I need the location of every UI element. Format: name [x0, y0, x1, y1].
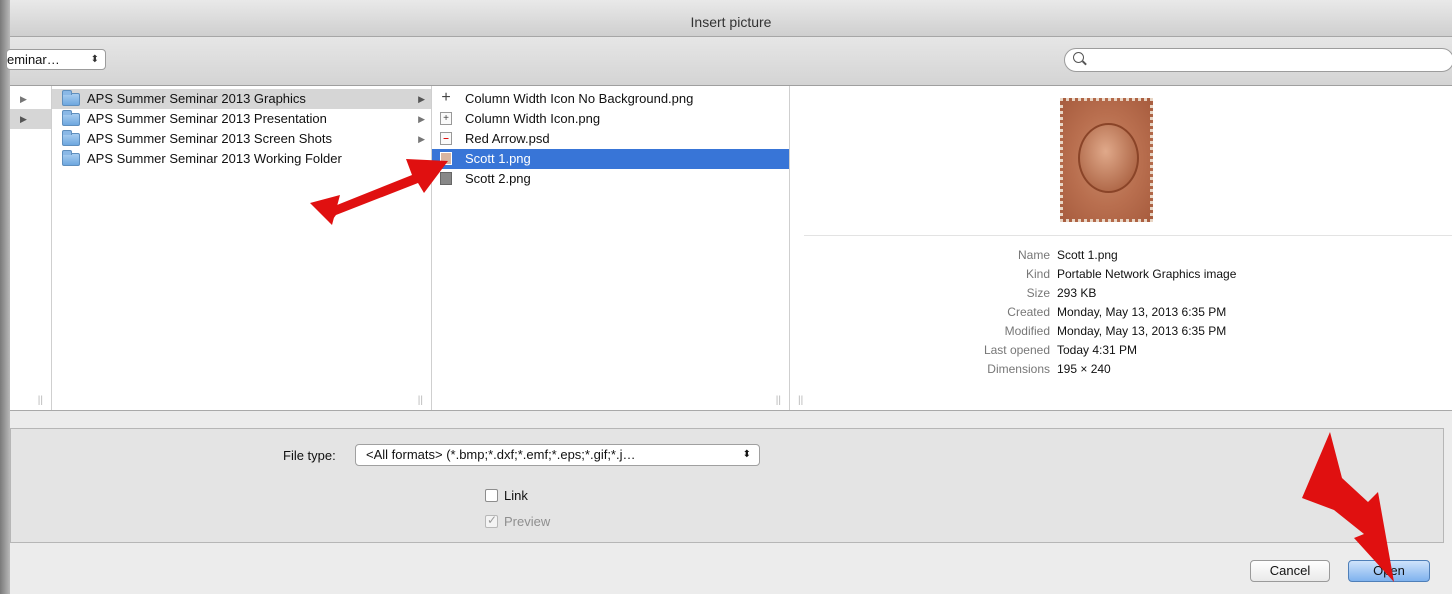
info-row: Modified Monday, May 13, 2013 6:35 PM — [790, 322, 1430, 341]
dialog-title: Insert picture — [690, 14, 772, 30]
info-key: Kind — [1025, 267, 1050, 281]
column-resize-handle[interactable]: || — [38, 395, 43, 406]
preview-pane: Name Scott 1.png Kind Portable Network Gra… — [790, 86, 1452, 410]
file-item[interactable]: Scott 2.png — [432, 169, 789, 189]
file-type-value: <All formats> (*.bmp;*.dxf;*.emf;*.eps;*… — [366, 447, 636, 462]
psd-file-icon: – — [440, 132, 452, 145]
list-item[interactable]: ▶ — [10, 109, 51, 129]
title-bar: Insert picture — [10, 0, 1452, 37]
browser-column-parent[interactable]: ▶ ▶ || — [10, 86, 52, 410]
info-row: Last opened Today 4:31 PM — [790, 341, 1430, 360]
toolbar: eminar… ⬍ — [6, 37, 1452, 86]
browser-column-folders[interactable]: APS Summer Seminar 2013 Graphics ▶ APS S… — [52, 86, 432, 410]
crosshair-icon: + — [441, 89, 451, 106]
info-value: Scott 1.png — [1057, 248, 1118, 262]
info-row: Created Monday, May 13, 2013 6:35 PM — [790, 303, 1430, 322]
file-label: Red Arrow.psd — [465, 131, 550, 146]
file-item[interactable]: + Column Width Icon.png — [432, 109, 789, 129]
info-value: 293 KB — [1057, 286, 1097, 300]
options-panel: File type: <All formats> (*.bmp;*.dxf;*.… — [10, 428, 1444, 543]
search-field[interactable] — [1064, 48, 1452, 72]
list-item[interactable]: ▶ — [10, 89, 51, 109]
red-arrow-annotation — [310, 159, 448, 225]
preview-checkbox[interactable] — [485, 513, 498, 528]
info-key: Modified — [1004, 324, 1050, 338]
info-key: Dimensions — [987, 362, 1050, 376]
info-value: Monday, May 13, 2013 6:35 PM — [1057, 324, 1227, 338]
file-info: Name Scott 1.png Kind Portable Network Gra… — [790, 246, 1430, 379]
file-label: Scott 2.png — [465, 171, 531, 186]
info-row: Size 293 KB — [790, 284, 1430, 303]
portrait-oval — [1078, 123, 1139, 193]
file-type-select[interactable]: <All formats> (*.bmp;*.dxf;*.emf;*.eps;*… — [355, 444, 760, 466]
file-item[interactable]: – Red Arrow.psd — [432, 129, 789, 149]
file-item[interactable]: + Column Width Icon No Background.png — [432, 89, 789, 109]
info-row: Kind Portable Network Graphics image — [790, 265, 1430, 284]
info-row: Dimensions 195 × 240 — [790, 360, 1430, 379]
folder-icon — [62, 150, 80, 166]
popup-stepper-icon: ⬍ — [742, 449, 751, 460]
info-key: Last opened — [983, 343, 1050, 357]
file-label: Column Width Icon.png — [465, 111, 601, 126]
link-label: Link — [504, 488, 528, 503]
location-popup-label: eminar… — [7, 52, 60, 67]
column-resize-handle[interactable]: || — [418, 395, 423, 406]
info-key: Created — [1007, 305, 1050, 319]
chevron-right-icon: ▶ — [418, 94, 425, 104]
stamp-image — [1060, 98, 1153, 222]
folder-item[interactable]: APS Summer Seminar 2013 Presentation ▶ — [52, 109, 431, 129]
info-value: Monday, May 13, 2013 6:35 PM — [1057, 305, 1227, 319]
column-resize-handle[interactable]: || — [798, 395, 803, 406]
chevron-right-icon: ▶ — [20, 114, 27, 124]
folder-item[interactable]: APS Summer Seminar 2013 Graphics ▶ — [52, 89, 431, 109]
red-arrow-annotation — [1302, 432, 1394, 582]
insert-picture-dialog: Insert picture eminar… ⬍ ▶ ▶ || APS Summ… — [6, 0, 1452, 594]
info-value: Today 4:31 PM — [1057, 343, 1138, 357]
browser-column-files[interactable]: + Column Width Icon No Background.png + … — [432, 86, 790, 410]
folder-label: APS Summer Seminar 2013 Screen Shots — [87, 131, 332, 146]
folder-label: APS Summer Seminar 2013 Presentation — [87, 111, 327, 126]
info-key: Name — [1017, 248, 1050, 262]
file-label: Column Width Icon No Background.png — [465, 91, 694, 106]
file-label: Scott 1.png — [465, 151, 531, 166]
search-icon — [1073, 52, 1084, 63]
folder-icon — [62, 110, 80, 126]
image-file-icon: + — [440, 112, 452, 125]
preview-divider — [804, 235, 1452, 236]
preview-label: Preview — [504, 514, 551, 529]
chevron-right-icon: ▶ — [418, 114, 425, 124]
info-key: Size — [1026, 286, 1050, 300]
window-edge — [0, 0, 10, 594]
info-row: Name Scott 1.png — [790, 246, 1430, 265]
folder-icon — [62, 90, 80, 106]
info-value: Portable Network Graphics image — [1057, 267, 1237, 281]
info-value: 195 × 240 — [1057, 362, 1111, 376]
link-checkbox[interactable] — [485, 489, 498, 502]
file-type-label: File type: — [283, 448, 336, 463]
folder-label: APS Summer Seminar 2013 Graphics — [87, 91, 306, 106]
popup-stepper-icon: ⬍ — [90, 54, 99, 65]
chevron-right-icon: ▶ — [20, 94, 27, 104]
column-browser: ▶ ▶ || APS Summer Seminar 2013 Graphics … — [10, 86, 1452, 411]
location-popup[interactable]: eminar… ⬍ — [6, 49, 106, 70]
folder-icon — [62, 130, 80, 146]
column-resize-handle[interactable]: || — [776, 395, 781, 406]
file-item[interactable]: Scott 1.png — [432, 149, 789, 169]
